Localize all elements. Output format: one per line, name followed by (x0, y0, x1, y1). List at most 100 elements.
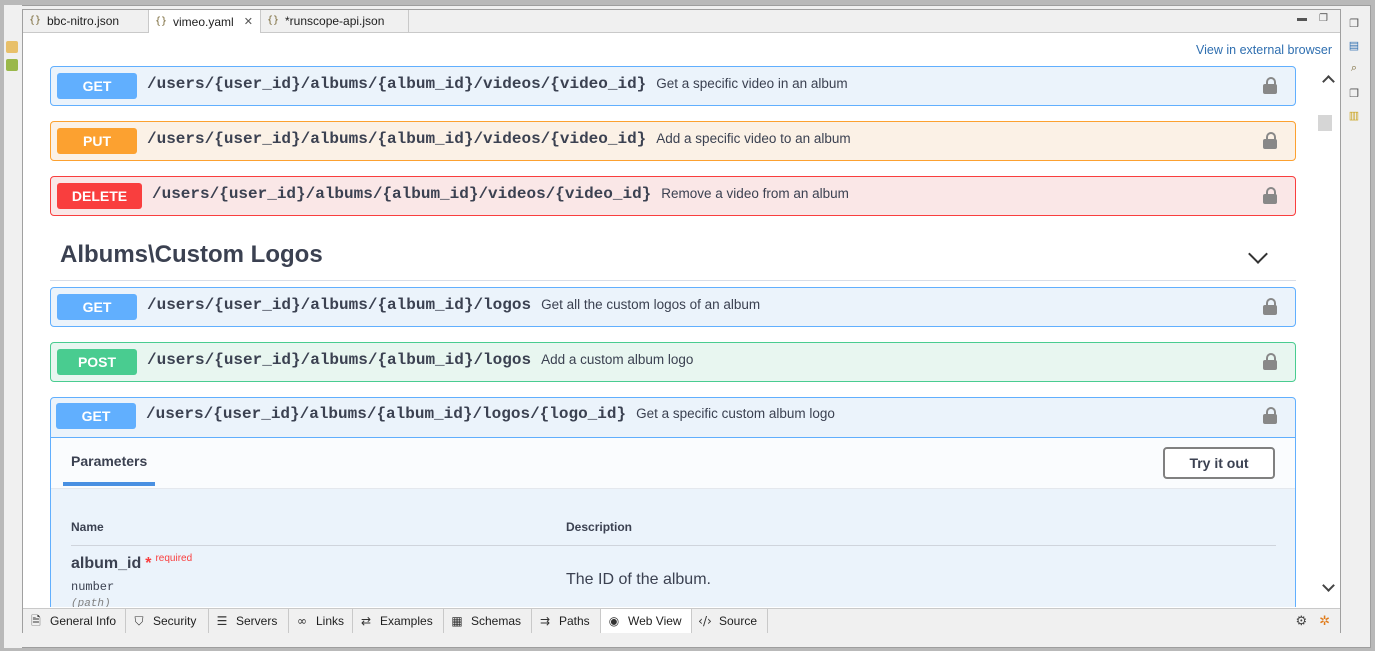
column-header-description: Description (566, 520, 633, 534)
plugin-icon[interactable] (6, 59, 18, 71)
close-icon[interactable]: ✕ (244, 11, 253, 33)
code-icon: ‹/› (698, 614, 712, 628)
method-badge: GET (56, 403, 136, 429)
minimize-icon[interactable]: ▬ (1297, 13, 1307, 24)
server-icon: ☰ (216, 614, 228, 628)
method-badge: PUT (57, 128, 137, 154)
operation-post-logo[interactable]: POST /users/{user_id}/albums/{album_id}/… (50, 342, 1296, 382)
lock-icon[interactable] (1263, 132, 1277, 149)
tab-servers[interactable]: ☰ Servers (209, 609, 289, 633)
maximize-icon[interactable]: ❐ (1319, 13, 1328, 24)
webview-header (23, 33, 1340, 61)
parameter-description: The ID of the album. (566, 571, 711, 588)
parameter-location: (path) (71, 598, 111, 607)
scroll-down-icon[interactable] (1322, 579, 1335, 592)
operation-get-logo-expanded: GET /users/{user_id}/albums/{album_id}/l… (50, 397, 1296, 607)
tab-parameters[interactable]: Parameters (71, 453, 147, 469)
schemas-icon: ▦ (451, 614, 463, 628)
required-label: required (155, 553, 193, 564)
lock-icon[interactable] (1263, 407, 1277, 424)
right-toolbar: ❐ ▤ ⌕ ❐ ▥ (1341, 9, 1367, 639)
method-badge: GET (57, 294, 137, 320)
examples-icon: ⇄ (360, 614, 372, 628)
tab-paths[interactable]: ⇉ Paths (532, 609, 601, 633)
web-icon: ◉ (608, 614, 620, 628)
search-icon[interactable]: ⌕ (1347, 61, 1361, 75)
scroll-up-icon[interactable] (1322, 75, 1335, 88)
gear-icon[interactable]: ⚙ (1295, 613, 1307, 629)
notes-icon[interactable]: ▥ (1347, 109, 1361, 123)
lock-icon[interactable] (1263, 77, 1277, 94)
view-in-external-browser-link[interactable]: View in external browser (1196, 43, 1332, 57)
operation-header-inner: GET /users/{user_id}/albums/{album_id}/l… (51, 398, 1295, 437)
parameters-table: Name Description album_id * required numbe… (51, 489, 1295, 607)
lock-icon[interactable] (1263, 187, 1277, 204)
tab-general-info[interactable]: 🗎 General Info (23, 609, 126, 633)
document-icon: 🗎 (31, 614, 41, 628)
restore-icon[interactable]: ❐ (1347, 87, 1361, 101)
tab-underline (63, 482, 155, 486)
file-icon: {} (29, 15, 42, 26)
vertical-scrollbar[interactable] (1318, 61, 1340, 607)
operation-delete-video[interactable]: DELETE /users/{user_id}/albums/{album_id… (50, 176, 1296, 216)
method-badge: DELETE (57, 183, 142, 209)
operation-path: /users/{user_id}/albums/{album_id}/logos… (147, 296, 761, 314)
editor-tabbar: {} bbc-nitro.json {} vimeo.yaml ✕ {} *ru… (23, 10, 1340, 33)
tab-vimeo[interactable]: {} vimeo.yaml ✕ (148, 10, 261, 33)
tab-web-view[interactable]: ◉ Web View (601, 609, 692, 633)
settings-orange-icon[interactable]: ✲ (1319, 613, 1330, 629)
parameter-name: album_id * required (71, 553, 193, 572)
table-divider (71, 545, 1276, 546)
folder-icon[interactable] (6, 41, 18, 53)
section-title[interactable]: Albums\Custom Logos (60, 241, 323, 269)
operation-path: /users/{user_id}/albums/{album_id}/video… (147, 130, 851, 148)
scroll-thumb[interactable] (1318, 115, 1332, 131)
lock-icon[interactable] (1263, 298, 1277, 315)
chevron-down-icon[interactable] (1248, 244, 1268, 264)
operation-path: /users/{user_id}/albums/{album_id}/logos… (146, 405, 835, 423)
link-icon: ∞ (297, 614, 307, 628)
operation-summary: Remove a video from an album (661, 186, 849, 201)
required-star: * (145, 555, 152, 572)
tab-schemas[interactable]: ▦ Schemas (444, 609, 532, 633)
operation-get-video[interactable]: GET /users/{user_id}/albums/{album_id}/v… (50, 66, 1296, 106)
operation-header[interactable]: GET /users/{user_id}/albums/{album_id}/l… (51, 398, 1295, 438)
tab-runscope-api[interactable]: {} *runscope-api.json (261, 10, 409, 32)
tab-security[interactable]: ⛉ Security (126, 609, 209, 633)
operation-path: /users/{user_id}/albums/{album_id}/video… (147, 75, 848, 93)
file-icon: {} (155, 15, 168, 27)
tab-links[interactable]: ∞ Links (289, 609, 353, 633)
operation-summary: Get a specific video in an album (656, 76, 848, 91)
operation-path: /users/{user_id}/albums/{album_id}/logos… (147, 351, 694, 369)
operation-summary: Get a specific custom album logo (636, 406, 835, 421)
restore-icon[interactable]: ❐ (1347, 17, 1361, 31)
outline-icon[interactable]: ▤ (1347, 39, 1361, 53)
parameter-type: number (71, 580, 115, 594)
editor-page-tabs: 🗎 General Info ⛉ Security ☰ Servers ∞ Links … (23, 608, 1340, 633)
tab-label: bbc-nitro.json (47, 14, 120, 28)
method-badge: GET (57, 73, 137, 99)
tab-source[interactable]: ‹/› Source (692, 609, 768, 633)
tab-bbc-nitro[interactable]: {} bbc-nitro.json (23, 10, 149, 32)
parameters-bar: Parameters Try it out (51, 438, 1295, 489)
shield-icon: ⛉ (134, 614, 144, 628)
paths-icon: ⇉ (539, 614, 551, 628)
lock-icon[interactable] (1263, 353, 1277, 370)
operation-summary: Add a custom album logo (541, 352, 694, 367)
left-gutter (4, 5, 22, 648)
section-divider (50, 280, 1296, 281)
operation-summary: Get all the custom logos of an album (541, 297, 761, 312)
column-header-name: Name (71, 520, 104, 534)
operation-summary: Add a specific video to an album (656, 131, 851, 146)
operation-path: /users/{user_id}/albums/{album_id}/video… (152, 185, 849, 203)
swagger-viewport: GET /users/{user_id}/albums/{album_id}/v… (23, 61, 1318, 607)
tab-label: *runscope-api.json (285, 14, 385, 28)
operation-get-logos[interactable]: GET /users/{user_id}/albums/{album_id}/l… (50, 287, 1296, 327)
file-icon: {} (267, 15, 280, 26)
method-badge: POST (57, 349, 137, 375)
editor-pane: {} bbc-nitro.json {} vimeo.yaml ✕ {} *ru… (22, 9, 1341, 633)
try-it-out-button[interactable]: Try it out (1163, 447, 1275, 479)
tab-label: vimeo.yaml (173, 14, 234, 29)
operation-put-video[interactable]: PUT /users/{user_id}/albums/{album_id}/v… (50, 121, 1296, 161)
tab-examples[interactable]: ⇄ Examples (353, 609, 444, 633)
